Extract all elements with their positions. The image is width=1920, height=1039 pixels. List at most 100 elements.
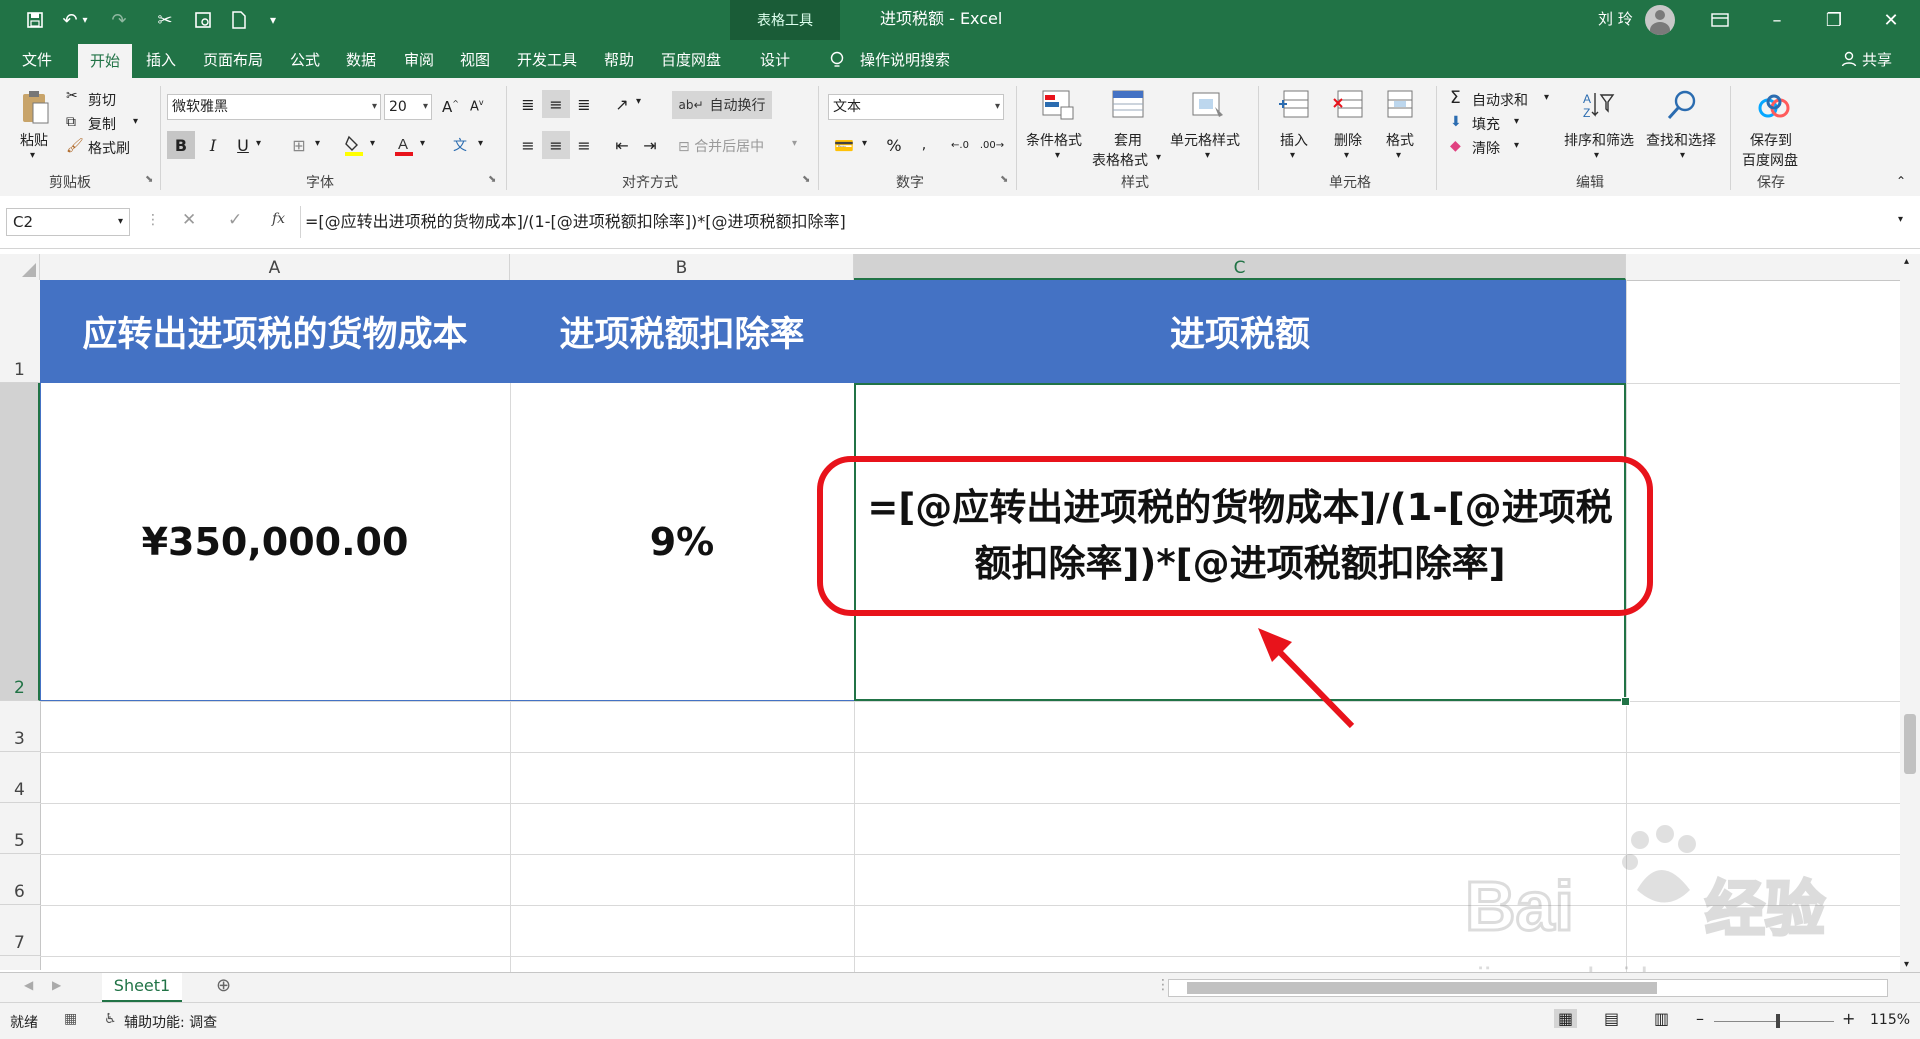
alignment-launcher-icon[interactable]: ⬊	[802, 174, 810, 185]
screenshot-icon[interactable]	[188, 6, 218, 34]
cut-button[interactable]: 剪切	[88, 90, 116, 110]
row-header-3[interactable]: 3	[0, 701, 40, 752]
row-header-7[interactable]: 7	[0, 905, 40, 956]
accessibility-icon[interactable]: ♿	[104, 1011, 117, 1027]
status-accessibility[interactable]: 辅助功能: 调查	[124, 1012, 217, 1032]
vertical-scrollbar[interactable]: ▴ ▾	[1900, 254, 1920, 972]
underline-dropdown-icon[interactable]: ▾	[256, 138, 261, 149]
page-layout-view-icon[interactable]: ▤	[1604, 1009, 1619, 1028]
zoom-slider-thumb[interactable]	[1776, 1014, 1780, 1028]
save-icon[interactable]	[20, 6, 50, 34]
confirm-edit-icon[interactable]: ✓	[228, 210, 242, 230]
column-header-a[interactable]: A	[40, 254, 510, 280]
tab-help[interactable]: 帮助	[604, 40, 634, 78]
phonetic-dropdown-icon[interactable]: ▾	[478, 138, 483, 149]
expand-formula-bar-icon[interactable]: ▾	[1898, 214, 1903, 225]
align-top-icon[interactable]: ≣	[514, 90, 542, 118]
header-cell-c1[interactable]: 进项税额	[854, 280, 1626, 383]
zoom-level[interactable]: 115%	[1870, 1012, 1910, 1028]
sheet-prev-icon[interactable]: ◀	[24, 978, 33, 992]
orientation-dropdown-icon[interactable]: ▾	[636, 96, 641, 107]
cell-styles-dropdown-icon[interactable]: ▾	[1205, 150, 1210, 161]
fill-icon[interactable]: ⬇	[1450, 114, 1462, 130]
row-header-5[interactable]: 5	[0, 803, 40, 854]
underline-button[interactable]: U	[229, 131, 257, 159]
cell-styles-icon[interactable]	[1190, 88, 1226, 122]
currency-dropdown-icon[interactable]: ▾	[862, 138, 867, 149]
restore-icon[interactable]: ❐	[1806, 0, 1862, 40]
minimize-icon[interactable]: –	[1749, 0, 1805, 40]
format-cells-button[interactable]: 格式	[1386, 130, 1414, 150]
merge-center-button[interactable]: ⊟ 合并后居中	[678, 136, 764, 156]
scroll-down-icon[interactable]: ▾	[1904, 959, 1909, 970]
page-break-view-icon[interactable]: ▥	[1654, 1009, 1669, 1028]
copy-icon[interactable]: ⧉	[66, 114, 76, 130]
find-select-dropdown-icon[interactable]: ▾	[1680, 150, 1685, 161]
user-name[interactable]: 刘 玲	[1598, 0, 1633, 40]
decrease-decimal-icon[interactable]: .00→	[978, 131, 1006, 159]
autosum-dropdown-icon[interactable]: ▾	[1544, 92, 1549, 103]
increase-decimal-icon[interactable]: ←.0	[946, 131, 974, 159]
wrap-text-button[interactable]: ab↵ 自动换行	[672, 91, 772, 119]
tab-insert[interactable]: 插入	[146, 40, 176, 78]
user-avatar[interactable]	[1645, 5, 1675, 35]
formula-input[interactable]: =[@应转出进项税的货物成本]/(1-[@进项税额扣除率])*[@进项税额扣除率…	[305, 208, 1885, 236]
collapse-ribbon-icon[interactable]: ⌃	[1896, 174, 1906, 188]
cell-styles-button[interactable]: 单元格样式	[1170, 130, 1240, 150]
fill-button[interactable]: 填充	[1472, 114, 1500, 134]
orientation-icon[interactable]: ↗	[608, 90, 636, 118]
merge-dropdown-icon[interactable]: ▾	[792, 138, 797, 149]
cell-a2[interactable]: ¥350,000.00	[40, 383, 510, 701]
vertical-scroll-thumb[interactable]	[1904, 714, 1916, 774]
row-header-6[interactable]: 6	[0, 854, 40, 905]
redo-icon[interactable]: ↷	[104, 6, 134, 34]
cut-icon[interactable]: ✂	[66, 88, 78, 104]
new-document-icon[interactable]	[224, 6, 254, 34]
number-launcher-icon[interactable]: ⬊	[1000, 174, 1008, 185]
conditional-format-button[interactable]: 条件格式	[1026, 130, 1082, 150]
add-sheet-icon[interactable]: ⊕	[216, 975, 231, 996]
row-header-1[interactable]: 1	[0, 280, 40, 383]
column-header-b[interactable]: B	[510, 254, 854, 280]
insert-cells-dropdown-icon[interactable]: ▾	[1290, 150, 1295, 161]
clear-icon[interactable]: ◆	[1450, 138, 1461, 154]
ribbon-display-icon[interactable]	[1692, 0, 1748, 40]
save-to-label-2[interactable]: 百度网盘	[1742, 150, 1798, 170]
increase-font-icon[interactable]: A^	[442, 98, 459, 116]
customize-qa-icon[interactable]: ▾	[258, 6, 288, 34]
autosum-button[interactable]: 自动求和	[1472, 90, 1528, 110]
paste-icon[interactable]	[18, 88, 52, 126]
fill-handle[interactable]	[1621, 697, 1630, 706]
font-name-dropdown-icon[interactable]: ▾	[372, 95, 377, 119]
font-launcher-icon[interactable]: ⬊	[488, 174, 496, 185]
format-cells-dropdown-icon[interactable]: ▾	[1396, 150, 1401, 161]
save-to-label-1[interactable]: 保存到	[1750, 130, 1792, 150]
select-all-corner[interactable]	[0, 254, 40, 280]
baidu-pan-icon[interactable]	[1756, 92, 1792, 122]
cut-qa-icon[interactable]: ✂	[150, 6, 180, 34]
align-left-icon[interactable]: ≡	[514, 131, 542, 159]
tab-view[interactable]: 视图	[460, 40, 490, 78]
insert-cells-icon[interactable]	[1276, 88, 1312, 122]
copy-button[interactable]: 复制	[88, 114, 116, 134]
format-painter-button[interactable]: 格式刷	[88, 138, 130, 158]
font-name-combo[interactable]: 微软雅黑 ▾	[167, 94, 381, 120]
insert-function-icon[interactable]: fx	[272, 211, 285, 227]
fill-color-dropdown-icon[interactable]: ▾	[370, 138, 375, 149]
normal-view-icon[interactable]: ▦	[1554, 1009, 1578, 1028]
borders-dropdown-icon[interactable]: ▾	[315, 138, 320, 149]
fill-color-icon[interactable]	[340, 131, 368, 159]
clipboard-launcher-icon[interactable]: ⬊	[145, 174, 153, 185]
format-cells-icon[interactable]	[1382, 88, 1418, 122]
format-as-table-icon[interactable]	[1110, 88, 1146, 122]
format-painter-icon[interactable]: 🖌	[66, 138, 84, 154]
tab-data[interactable]: 数据	[346, 40, 376, 78]
name-box-dropdown-icon[interactable]: ▾	[118, 209, 123, 235]
tab-design[interactable]: 设计	[760, 40, 790, 78]
tell-me-search[interactable]: 操作说明搜索	[860, 40, 950, 78]
borders-icon[interactable]: ⊞	[285, 131, 313, 159]
font-color-dropdown-icon[interactable]: ▾	[420, 138, 425, 149]
tab-home[interactable]: 开始	[78, 44, 133, 78]
format-as-table-label-2[interactable]: 表格格式	[1092, 150, 1148, 170]
name-box[interactable]: C2 ▾	[6, 208, 130, 236]
